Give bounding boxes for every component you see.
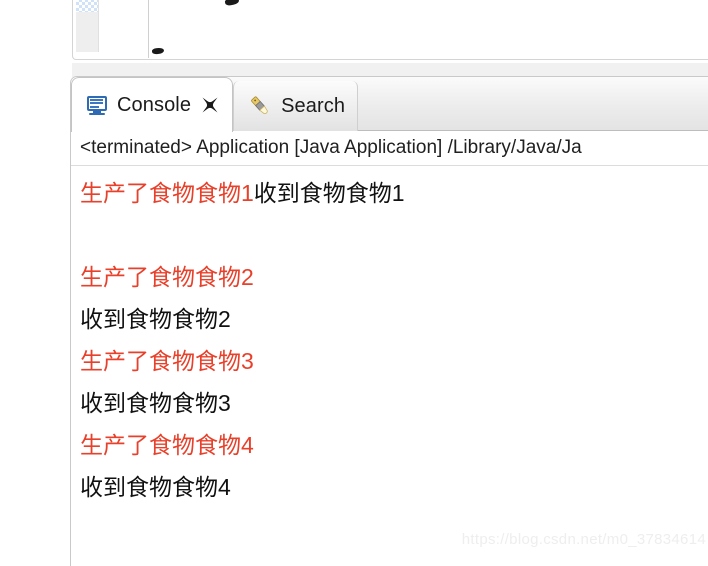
- tab-search-label: Search: [281, 94, 346, 117]
- console-output-segment-stderr: 生产了食物食物4: [80, 432, 254, 458]
- console-monitor-icon: [86, 95, 108, 115]
- console-output-segment-stdout: 收到食物食物3: [80, 390, 231, 416]
- console-output-segment-stderr: 生产了食物食物2: [80, 264, 254, 290]
- console-output-segment-stderr: 生产了食物食物3: [80, 348, 254, 374]
- terminated-process-label: <terminated> Application [Java Applicati…: [80, 137, 582, 158]
- panel-gap: [0, 63, 708, 77]
- console-output-line: 生产了食物食物1收到食物食物1: [80, 172, 708, 214]
- console-output-segment-stdout: 收到食物食物1: [253, 180, 405, 206]
- tab-console[interactable]: Console: [71, 77, 234, 132]
- console-output-area[interactable]: 生产了食物食物1收到食物食物1 生产了食物食物2 收到食物食物2 生产了食物食物3 收…: [71, 166, 708, 566]
- tab-console-label: Console: [117, 93, 192, 116]
- close-icon[interactable]: [200, 95, 220, 115]
- console-output-line: 生产了食物食物2: [80, 256, 708, 298]
- editor-vertical-divider: [148, 0, 149, 58]
- editor-panel-partial: [0, 0, 708, 63]
- console-output-segment-stderr: 生产了食物食物1: [80, 180, 254, 206]
- scrollbar-thumb[interactable]: [76, 0, 98, 12]
- csdn-watermark: https://blog.csdn.net/m0_37834614: [461, 531, 706, 548]
- console-view: Console Search <terminated> Application …: [70, 76, 708, 566]
- console-output-segment-stdout: 收到食物食物4: [80, 474, 231, 500]
- console-output-line: 收到食物食物4: [80, 466, 708, 508]
- console-output-line: 生产了食物食物3: [80, 340, 708, 382]
- editor-vertical-scrollbar[interactable]: [76, 0, 99, 52]
- console-output-line: 收到食物食物3: [80, 382, 708, 424]
- terminated-process-bar: <terminated> Application [Java Applicati…: [71, 131, 708, 166]
- search-pencil-icon: [251, 96, 268, 115]
- editor-panel-frame: [72, 0, 708, 60]
- console-output-line: 收到食物食物2: [80, 298, 708, 340]
- console-output-segment-stdout: 收到食物食物2: [80, 306, 231, 332]
- tab-search[interactable]: Search: [233, 81, 359, 131]
- console-output-line: 生产了食物食物4: [80, 424, 708, 466]
- left-gutter: [0, 63, 72, 566]
- view-tab-bar: Console Search: [71, 77, 708, 132]
